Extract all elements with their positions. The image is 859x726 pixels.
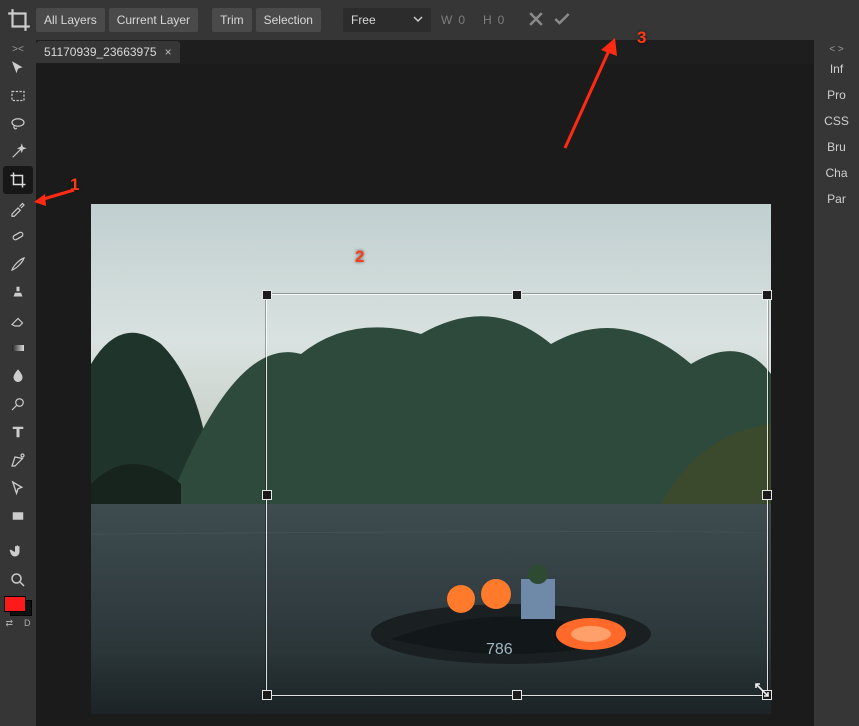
- width-label: W: [441, 13, 452, 27]
- crop-options-bar: All Layers Current Layer Trim Selection …: [0, 0, 859, 40]
- chevron-down-icon: [413, 13, 423, 27]
- zoom-tool[interactable]: [3, 566, 33, 594]
- close-tab-button[interactable]: ×: [165, 45, 172, 59]
- type-tool[interactable]: [3, 418, 33, 446]
- shape-tool[interactable]: [3, 502, 33, 530]
- swap-colors-icon[interactable]: ⇄: [5, 618, 13, 629]
- current-layer-button[interactable]: Current Layer: [109, 8, 198, 32]
- toolbar-expand-toggle[interactable]: ><: [0, 44, 36, 54]
- panel-character[interactable]: Cha: [814, 160, 859, 186]
- document-tab[interactable]: 51170939_23663975 ×: [36, 41, 180, 63]
- crop-ratio-value: Free: [351, 13, 376, 27]
- height-label: H: [483, 13, 492, 27]
- swatch-mini-labels: ⇄ D: [0, 618, 36, 629]
- foreground-color-swatch[interactable]: [4, 596, 26, 612]
- crop-handle-top-right[interactable]: [762, 290, 772, 300]
- trim-button[interactable]: Trim: [212, 8, 252, 32]
- hand-tool[interactable]: [3, 538, 33, 566]
- eraser-tool[interactable]: [3, 306, 33, 334]
- marquee-tool[interactable]: [3, 82, 33, 110]
- all-layers-button[interactable]: All Layers: [36, 8, 105, 32]
- default-colors-icon[interactable]: D: [24, 618, 31, 629]
- crop-icon: [6, 7, 32, 33]
- eyedropper-tool[interactable]: [3, 194, 33, 222]
- move-tool[interactable]: [3, 54, 33, 82]
- height-value: 0: [498, 13, 505, 27]
- panel-properties[interactable]: Pro: [814, 82, 859, 108]
- crop-handle-bottom-left[interactable]: [262, 690, 272, 700]
- document-image[interactable]: 786: [91, 204, 771, 714]
- gradient-tool[interactable]: [3, 334, 33, 362]
- crop-ratio-select[interactable]: Free: [343, 8, 431, 32]
- magic-wand-tool[interactable]: [3, 138, 33, 166]
- selection-button[interactable]: Selection: [256, 8, 321, 32]
- crop-handle-top[interactable]: [512, 290, 522, 300]
- panel-brush[interactable]: Bru: [814, 134, 859, 160]
- crop-bounding-box[interactable]: [266, 294, 768, 696]
- path-select-tool[interactable]: [3, 474, 33, 502]
- color-swatches[interactable]: [4, 596, 32, 616]
- crop-handle-left[interactable]: [262, 490, 272, 500]
- crop-handle-right[interactable]: [762, 490, 772, 500]
- right-panels: < > Inf Pro CSS Bru Cha Par: [814, 40, 859, 726]
- crop-tool[interactable]: [3, 166, 33, 194]
- crop-handle-top-left[interactable]: [262, 290, 272, 300]
- clone-stamp-tool[interactable]: [3, 278, 33, 306]
- document-tabbar: 51170939_23663975 ×: [36, 40, 180, 64]
- canvas-area[interactable]: 786: [36, 64, 814, 726]
- width-value: 0: [458, 13, 465, 27]
- apply-crop-button[interactable]: [552, 9, 572, 32]
- crop-handle-bottom[interactable]: [512, 690, 522, 700]
- document-tab-title: 51170939_23663975: [44, 45, 157, 59]
- dodge-tool[interactable]: [3, 390, 33, 418]
- resize-cursor-icon: [753, 681, 771, 699]
- healing-tool[interactable]: [3, 222, 33, 250]
- panel-info[interactable]: Inf: [814, 56, 859, 82]
- pen-tool[interactable]: [3, 446, 33, 474]
- cancel-crop-button[interactable]: [526, 9, 546, 32]
- blur-tool[interactable]: [3, 362, 33, 390]
- panel-css[interactable]: CSS: [814, 108, 859, 134]
- left-toolbar: >< ⇄ D: [0, 40, 36, 726]
- lasso-tool[interactable]: [3, 110, 33, 138]
- brush-tool[interactable]: [3, 250, 33, 278]
- right-expand-toggle[interactable]: < >: [814, 44, 859, 56]
- panel-paragraph[interactable]: Par: [814, 186, 859, 212]
